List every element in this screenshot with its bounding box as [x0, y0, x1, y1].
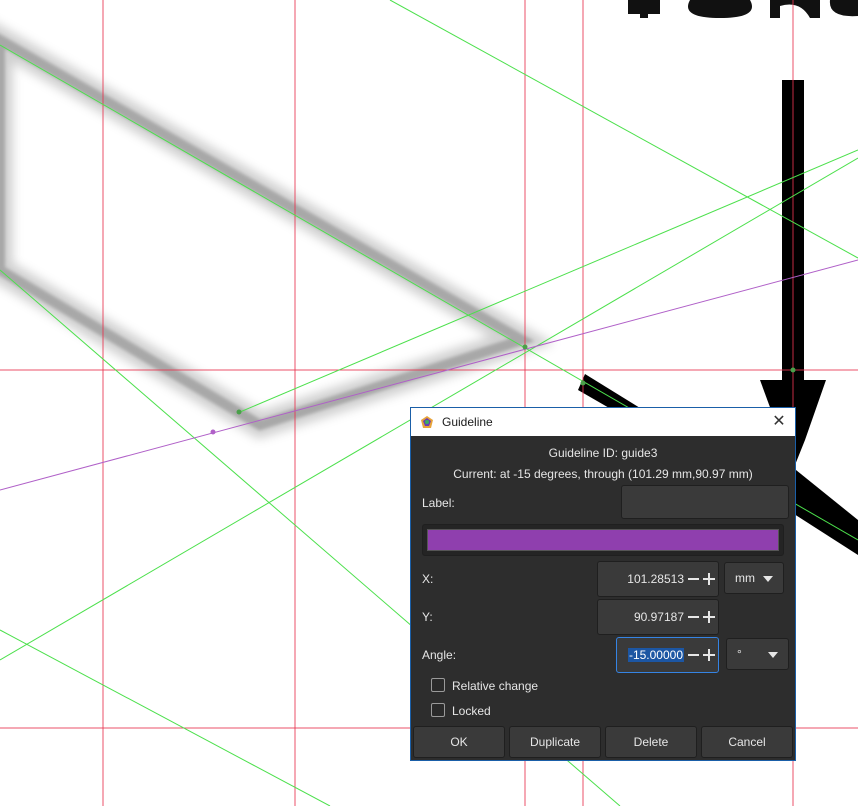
y-spinbutton[interactable]: 90.97187	[597, 599, 719, 635]
angle-unit-value: °	[737, 647, 742, 661]
y-increment-icon[interactable]	[702, 610, 716, 624]
chevron-down-icon	[763, 576, 773, 582]
x-spinbutton[interactable]: 101.28513	[597, 561, 719, 597]
label-input[interactable]	[621, 485, 789, 519]
angle-value: -15.00000	[627, 648, 684, 662]
locked-label[interactable]: Locked	[452, 704, 491, 718]
duplicate-button[interactable]: Duplicate	[509, 726, 601, 758]
angle-decrement-icon[interactable]	[688, 654, 699, 656]
angle-increment-icon[interactable]	[702, 648, 716, 662]
guideline-dialog: Guideline ✕ Guideline ID: guide3 Current…	[410, 407, 796, 761]
color-swatch	[427, 529, 779, 551]
chevron-down-icon	[768, 652, 778, 658]
delete-button[interactable]: Delete	[605, 726, 697, 758]
current-position-text: Current: at -15 degrees, through (101.29…	[453, 467, 753, 481]
y-value: 90.97187	[633, 610, 684, 624]
y-decrement-icon[interactable]	[688, 616, 699, 618]
canvas-text-fragment	[625, 0, 858, 18]
x-label: X:	[422, 572, 434, 586]
color-button[interactable]	[422, 524, 784, 556]
relative-change-label[interactable]: Relative change	[452, 679, 538, 693]
close-icon[interactable]: ✕	[763, 408, 795, 436]
angle-spinbutton[interactable]: -15.00000	[616, 637, 719, 673]
cancel-button[interactable]: Cancel	[701, 726, 793, 758]
unit-value: mm	[735, 571, 755, 585]
relative-change-checkbox[interactable]	[431, 678, 445, 692]
x-value: 101.28513	[627, 572, 684, 586]
inkscape-icon	[421, 416, 433, 428]
label-field-label: Label:	[422, 496, 455, 510]
locked-checkbox[interactable]	[431, 703, 445, 717]
shadow-shape	[0, 0, 554, 440]
angle-unit-combo[interactable]: °	[726, 638, 789, 670]
ok-button[interactable]: OK	[413, 726, 505, 758]
angle-value-text: -15.00000	[627, 648, 684, 662]
dialog-title: Guideline	[442, 415, 493, 429]
guideline-id-text: Guideline ID: guide3	[548, 446, 658, 460]
y-label: Y:	[422, 610, 433, 624]
x-decrement-icon[interactable]	[688, 578, 699, 580]
dialog-titlebar[interactable]: Guideline ✕	[411, 408, 795, 436]
x-increment-icon[interactable]	[702, 572, 716, 586]
unit-combo[interactable]: mm	[724, 562, 784, 594]
angle-label: Angle:	[422, 648, 457, 662]
